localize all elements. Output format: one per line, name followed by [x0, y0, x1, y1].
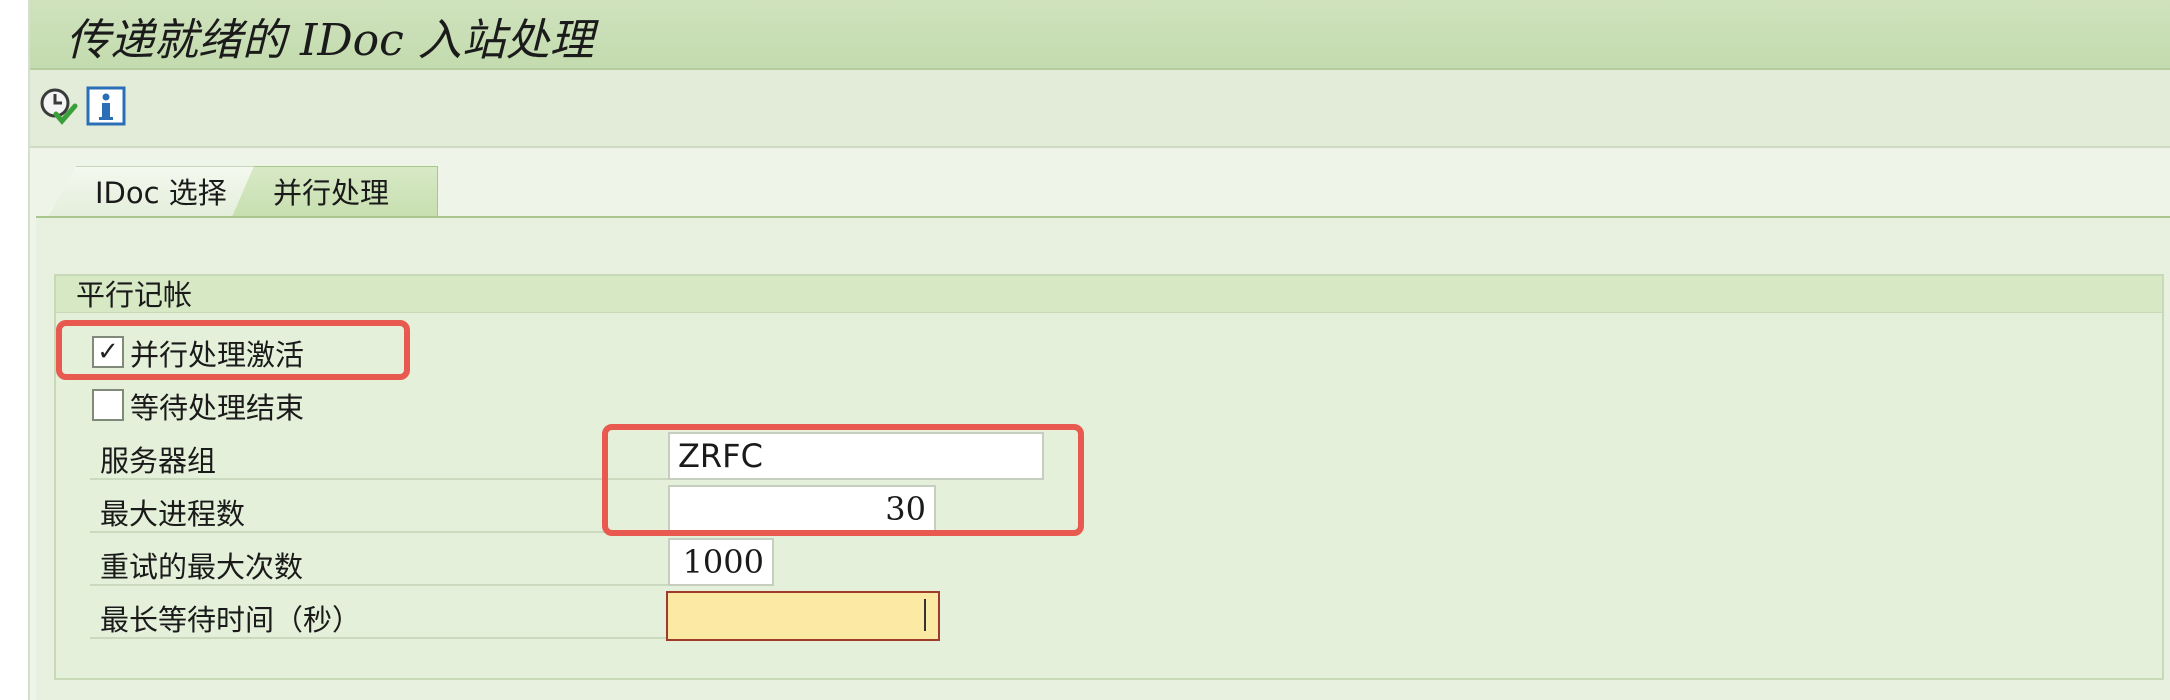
row-divider: [90, 478, 670, 480]
max-processes-label: 最大进程数: [100, 497, 246, 531]
group-title: 平行记帐: [76, 278, 193, 312]
max-retries-input[interactable]: 1000: [668, 538, 774, 586]
max-processes-input[interactable]: 30: [668, 485, 936, 533]
toolbar: [30, 70, 2170, 148]
parallel-processing-active-checkbox[interactable]: ✓: [92, 336, 124, 368]
parallel-processing-active-label: 并行处理激活: [130, 338, 305, 372]
wait-for-end-label: 等待处理结束: [130, 391, 305, 425]
server-group-input[interactable]: ZRFC: [668, 432, 1044, 480]
group-header: 平行记帐: [56, 276, 2162, 313]
title-bar: 传递就绪的 IDoc 入站处理: [30, 0, 2170, 70]
tab-parallel-processing[interactable]: 并行处理: [232, 166, 438, 217]
tab-strip: IDoc 选择 并行处理: [48, 166, 2170, 218]
row-divider: [90, 584, 670, 586]
checkmark-icon: ✓: [97, 337, 119, 367]
clock-check-icon[interactable]: [38, 86, 78, 126]
info-icon[interactable]: [86, 86, 126, 126]
parallel-posting-group: 平行记帐: [54, 274, 2164, 680]
tab-underline: [36, 216, 2170, 218]
page-title: 传递就绪的 IDoc 入站处理: [66, 15, 594, 66]
row-divider: [90, 637, 670, 639]
text-caret: [924, 599, 926, 631]
window-edge: [0, 0, 30, 700]
server-group-label: 服务器组: [100, 444, 217, 478]
max-wait-input[interactable]: [666, 591, 940, 641]
row-divider: [90, 531, 670, 533]
wait-for-end-checkbox[interactable]: [92, 389, 124, 421]
max-wait-label: 最长等待时间（秒）: [100, 603, 362, 637]
max-retries-label: 重试的最大次数: [100, 550, 304, 584]
